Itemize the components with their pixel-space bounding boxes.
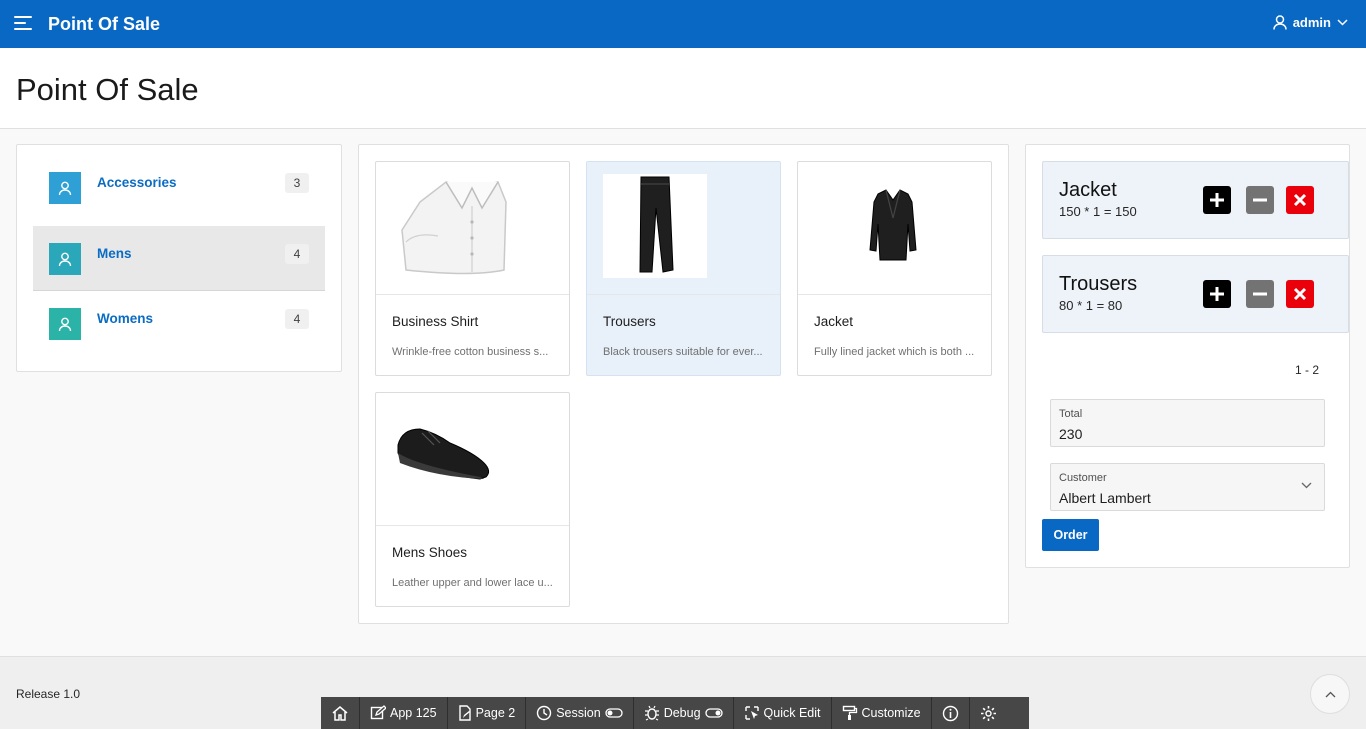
product-description: Black trousers suitable for ever... [603, 346, 763, 358]
category-label: Womens [97, 311, 154, 326]
product-name: Trousers [603, 314, 656, 329]
shirt-image [376, 162, 569, 295]
close-icon [1293, 287, 1307, 301]
increase-quantity-button[interactable] [1203, 186, 1231, 214]
toggle-icon [704, 708, 723, 718]
edit-icon [370, 705, 386, 720]
shoes-image [376, 393, 569, 526]
cart-pagination: 1 - 2 [1294, 363, 1319, 377]
product-name: Mens Shoes [392, 545, 468, 560]
minus-icon [1253, 292, 1267, 296]
devbar-customize[interactable]: Customize [832, 697, 932, 729]
product-name: Business Shirt [392, 314, 479, 329]
devbar-info[interactable] [932, 697, 970, 729]
gear-icon [980, 705, 996, 721]
user-name: admin [1292, 15, 1331, 30]
category-count-badge: 4 [285, 244, 309, 264]
release-label: Release 1.0 [16, 687, 81, 701]
cart-item-calc: 150 * 1 = 150 [1059, 204, 1137, 219]
quick-edit-icon [744, 706, 759, 720]
user-icon [1272, 15, 1287, 30]
product-card-trousers[interactable]: Trousers Black trousers suitable for eve… [586, 161, 781, 376]
devbar-app[interactable]: App 125 [360, 697, 448, 729]
product-card-jacket[interactable]: Jacket Fully lined jacket which is both … [797, 161, 992, 376]
devbar-page[interactable]: Page 2 [448, 697, 527, 729]
user-icon [49, 308, 81, 340]
devbar-app-label: App 125 [390, 706, 437, 720]
category-label: Mens [97, 246, 132, 261]
customer-value: Albert Lambert [1059, 490, 1151, 506]
devbar-debug[interactable]: Debug [634, 697, 734, 729]
devbar-debug-label: Debug [663, 706, 701, 720]
plus-icon [1210, 287, 1224, 301]
title-bar: Point Of Sale [0, 48, 1366, 129]
product-card-mens-shoes[interactable]: Mens Shoes Leather upper and lower lace … [375, 392, 570, 607]
jacket-image [798, 162, 991, 295]
trousers-image [587, 162, 780, 295]
user-menu[interactable]: admin [1272, 15, 1348, 30]
devbar-quick-edit-label: Quick Edit [763, 706, 821, 720]
app-title[interactable]: Point Of Sale [48, 14, 160, 35]
bug-icon [644, 705, 659, 721]
product-card-business-shirt[interactable]: Business Shirt Wrinkle-free cotton busin… [375, 161, 570, 376]
product-description: Fully lined jacket which is both ... [814, 346, 975, 358]
page-title: Point Of Sale [16, 72, 199, 107]
increase-quantity-button[interactable] [1203, 280, 1231, 308]
cart-item-trousers: Trousers 80 * 1 = 80 [1042, 255, 1349, 333]
session-icon [537, 705, 552, 721]
home-icon [332, 705, 348, 721]
category-count-badge: 3 [285, 173, 309, 193]
cart-item-jacket: Jacket 150 * 1 = 150 [1042, 161, 1349, 239]
chevron-up-icon [1325, 691, 1335, 697]
paint-roller-icon [842, 705, 857, 720]
user-icon [49, 172, 81, 204]
scroll-to-top-button[interactable] [1310, 674, 1350, 714]
cart-item-calc: 80 * 1 = 80 [1059, 298, 1123, 313]
category-item-accessories[interactable]: Accessories 3 [33, 155, 325, 220]
devbar-settings[interactable] [970, 697, 1007, 729]
devbar-quick-edit[interactable]: Quick Edit [734, 697, 832, 729]
categories-region: Accessories 3 Mens 4 Womens 4 [16, 144, 342, 372]
cart-item-name: Jacket [1059, 179, 1117, 201]
remove-item-button[interactable] [1286, 186, 1314, 214]
devbar-customize-label: Customize [861, 706, 921, 720]
category-item-mens[interactable]: Mens 4 [33, 226, 325, 291]
info-icon [942, 705, 958, 721]
devbar-session[interactable]: Session [526, 697, 634, 729]
total-label: Total [1059, 408, 1083, 420]
chevron-down-icon [1337, 19, 1348, 26]
devbar-page-label: Page 2 [475, 706, 516, 720]
product-description: Leather upper and lower lace u... [392, 577, 553, 589]
cart-item-name: Trousers [1059, 273, 1138, 295]
total-field: Total 230 [1050, 399, 1325, 447]
minus-icon [1253, 198, 1267, 202]
chevron-down-icon [1301, 482, 1312, 489]
product-description: Wrinkle-free cotton business s... [392, 346, 549, 358]
plus-icon [1210, 193, 1224, 207]
menu-toggle-icon[interactable] [14, 16, 34, 32]
page-icon [458, 705, 471, 721]
decrease-quantity-button[interactable] [1246, 186, 1274, 214]
close-icon [1293, 193, 1307, 207]
decrease-quantity-button[interactable] [1246, 280, 1274, 308]
total-value: 230 [1059, 426, 1083, 442]
devbar-session-label: Session [556, 706, 601, 720]
customer-select[interactable]: Customer Albert Lambert [1050, 463, 1325, 511]
remove-item-button[interactable] [1286, 280, 1314, 308]
category-label: Accessories [97, 175, 177, 190]
cart-region: Jacket 150 * 1 = 150 Trousers 80 * 1 = 8… [1025, 144, 1350, 568]
app-header: Point Of Sale admin [0, 0, 1366, 48]
devbar-home[interactable] [321, 697, 360, 729]
toggle-icon [605, 708, 623, 718]
products-region: Business Shirt Wrinkle-free cotton busin… [358, 144, 1009, 624]
category-item-womens[interactable]: Womens 4 [33, 291, 325, 356]
product-name: Jacket [814, 314, 854, 329]
customer-label: Customer [1059, 472, 1107, 484]
order-button[interactable]: Order [1042, 519, 1099, 551]
category-count-badge: 4 [285, 309, 309, 329]
developer-toolbar: App 125 Page 2 Session Debug Quick Edit … [321, 697, 1029, 729]
user-icon [49, 243, 81, 275]
